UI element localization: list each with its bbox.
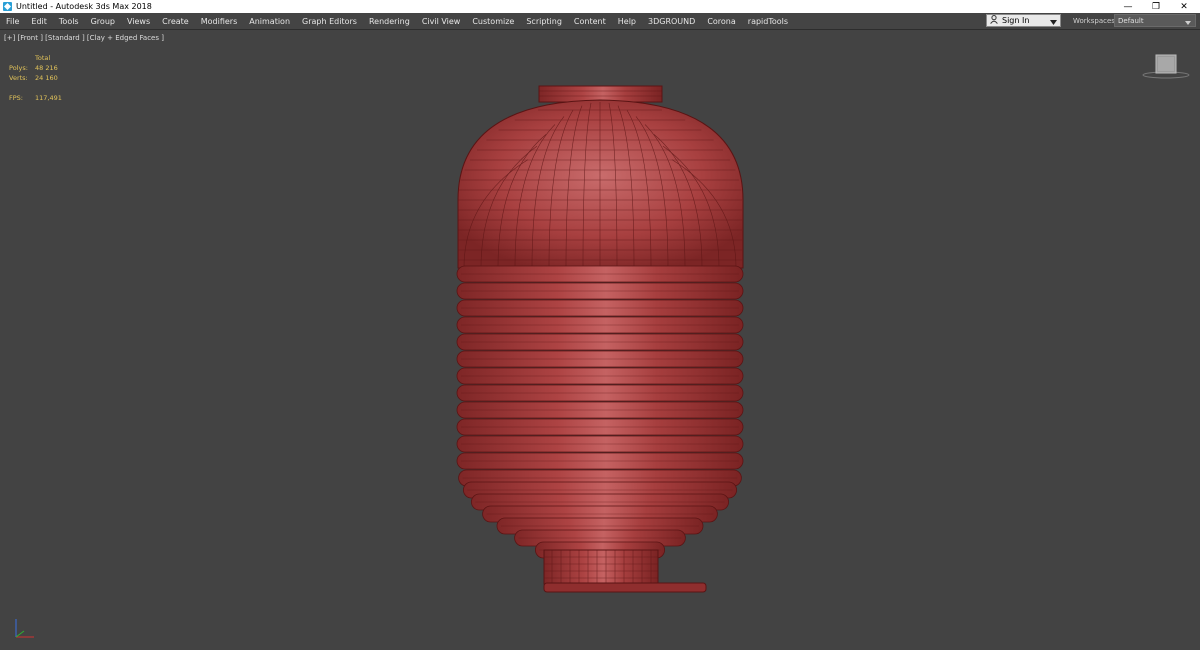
- workspaces-label: Workspaces:: [1073, 17, 1118, 25]
- minimize-button[interactable]: —: [1114, 0, 1142, 13]
- menu-file[interactable]: File: [0, 17, 25, 26]
- menu-rapidtools[interactable]: rapidTools: [742, 17, 794, 26]
- menu-graph-editors[interactable]: Graph Editors: [296, 17, 363, 26]
- sign-in-dropdown[interactable]: Sign In: [986, 14, 1061, 27]
- restore-button[interactable]: ❐: [1142, 0, 1170, 13]
- dome: [457, 99, 744, 269]
- menu-3dground[interactable]: 3DGROUND: [642, 17, 701, 26]
- workspaces-select[interactable]: Default: [1114, 14, 1196, 27]
- menu-tools[interactable]: Tools: [53, 17, 85, 26]
- lantern-model[interactable]: [0, 30, 1200, 650]
- workspaces-value: Default: [1118, 16, 1144, 25]
- title-bar: Untitled - Autodesk 3ds Max 2018 — ❐ ✕: [0, 0, 1200, 13]
- menu-corona[interactable]: Corona: [701, 17, 741, 26]
- app-icon[interactable]: [3, 2, 12, 11]
- bottom-plate: [543, 582, 707, 593]
- menu-group[interactable]: Group: [85, 17, 121, 26]
- menu-rendering[interactable]: Rendering: [363, 17, 416, 26]
- menu-views[interactable]: Views: [121, 17, 156, 26]
- menu-help[interactable]: Help: [612, 17, 642, 26]
- menu-create[interactable]: Create: [156, 17, 195, 26]
- menu-scripting[interactable]: Scripting: [520, 17, 568, 26]
- close-button[interactable]: ✕: [1170, 0, 1198, 13]
- menu-animation[interactable]: Animation: [243, 17, 296, 26]
- axis-tripod-icon: [15, 619, 34, 638]
- menu-civil-view[interactable]: Civil View: [416, 17, 467, 26]
- menu-content[interactable]: Content: [568, 17, 612, 26]
- menu-modifiers[interactable]: Modifiers: [195, 17, 244, 26]
- window-title: Untitled - Autodesk 3ds Max 2018: [16, 2, 152, 11]
- sign-in-label: Sign In: [1002, 16, 1030, 25]
- menu-customize[interactable]: Customize: [466, 17, 520, 26]
- ribbed-body: [456, 265, 744, 559]
- chevron-down-icon: [1050, 18, 1057, 27]
- menu-edit[interactable]: Edit: [25, 17, 53, 26]
- front-viewport[interactable]: [+] [Front ] [Standard ] [Clay + Edged F…: [0, 30, 1200, 650]
- chevron-down-icon: [1185, 19, 1191, 27]
- user-icon: [990, 15, 998, 26]
